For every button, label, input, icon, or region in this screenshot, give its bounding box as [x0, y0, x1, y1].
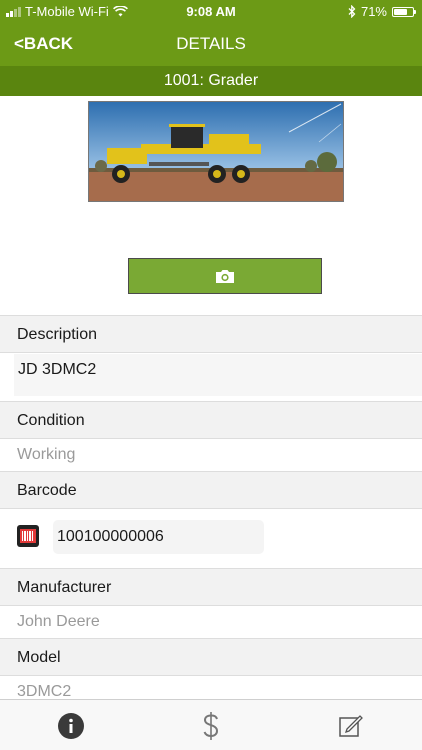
- condition-field[interactable]: Working: [0, 439, 422, 471]
- barcode-scan-icon[interactable]: [17, 525, 39, 547]
- manufacturer-field[interactable]: John Deere: [0, 606, 422, 638]
- barcode-label: Barcode: [17, 482, 77, 499]
- barcode-input[interactable]: 100100000006: [53, 520, 264, 554]
- camera-icon: [216, 269, 234, 283]
- model-field[interactable]: 3DMC2: [0, 676, 422, 699]
- barcode-header: Barcode: [0, 471, 422, 509]
- manufacturer-header: Manufacturer: [0, 568, 422, 606]
- description-label: Description: [17, 326, 98, 343]
- description-header: Description: [0, 315, 422, 353]
- battery-icon: [392, 6, 416, 17]
- tab-info[interactable]: [56, 711, 86, 741]
- edit-icon: [339, 715, 363, 737]
- tab-cost[interactable]: [196, 711, 226, 741]
- back-button[interactable]: <BACK: [14, 34, 73, 54]
- manufacturer-value: John Deere: [17, 613, 100, 630]
- camera-button[interactable]: [128, 258, 322, 294]
- info-icon: [58, 713, 84, 739]
- nav-bar: <BACK DETAILS: [0, 22, 422, 66]
- model-label: Model: [17, 649, 61, 666]
- condition-label: Condition: [17, 412, 85, 429]
- manufacturer-label: Manufacturer: [17, 579, 112, 596]
- asset-header: 1001: Grader: [0, 66, 422, 96]
- tab-edit[interactable]: [336, 711, 366, 741]
- tab-bar: [0, 699, 422, 750]
- battery-percent: 71%: [360, 4, 387, 19]
- condition-value: Working: [17, 446, 76, 463]
- model-header: Model: [0, 638, 422, 676]
- asset-photo: [88, 101, 344, 202]
- bluetooth-icon: [348, 5, 356, 18]
- description-field[interactable]: JD 3DMC2: [14, 354, 422, 396]
- status-right: 71%: [348, 4, 416, 19]
- status-bar: T-Mobile Wi-Fi 9:08 AM 71%: [0, 0, 422, 22]
- dollar-icon: [203, 712, 219, 740]
- condition-header: Condition: [0, 401, 422, 439]
- model-value: 3DMC2: [17, 683, 72, 699]
